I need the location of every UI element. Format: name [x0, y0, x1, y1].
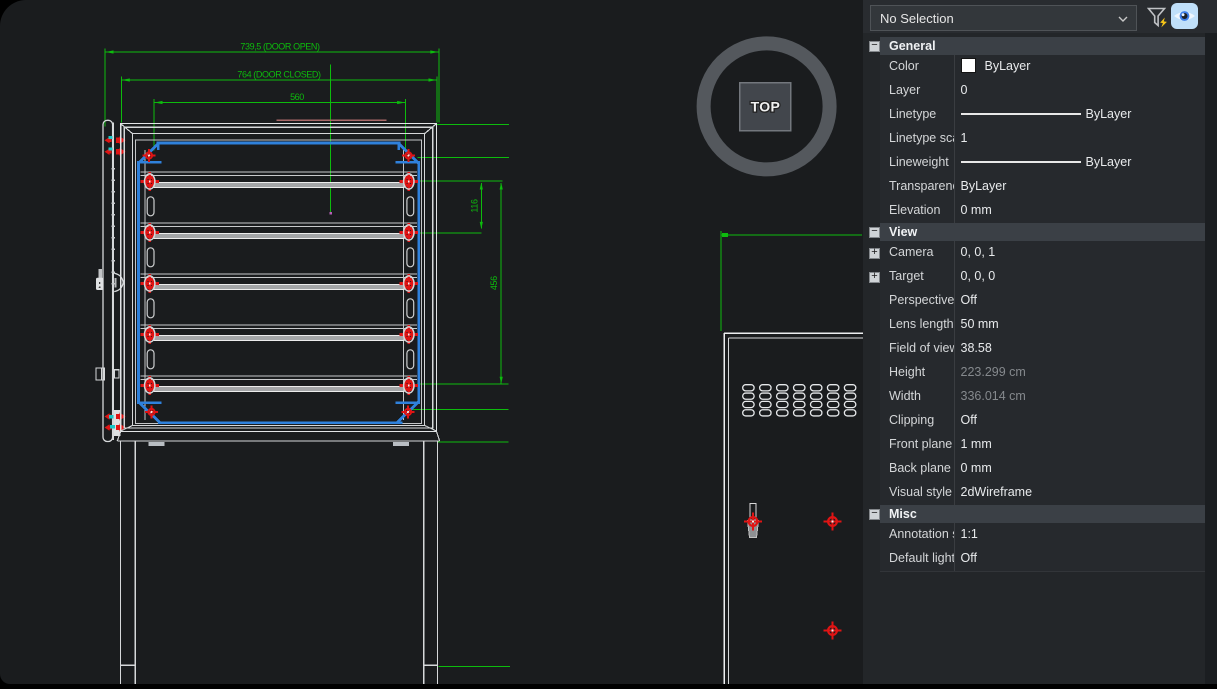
svg-text:560: 560 [290, 92, 304, 102]
svg-text:764 (DOOR CLOSED): 764 (DOOR CLOSED) [237, 70, 321, 80]
svg-text:739,5 (DOOR OPEN): 739,5 (DOOR OPEN) [240, 42, 320, 52]
svg-text:TOP: TOP [751, 99, 780, 115]
svg-text:456: 456 [489, 276, 499, 290]
svg-text:116: 116 [469, 199, 479, 213]
